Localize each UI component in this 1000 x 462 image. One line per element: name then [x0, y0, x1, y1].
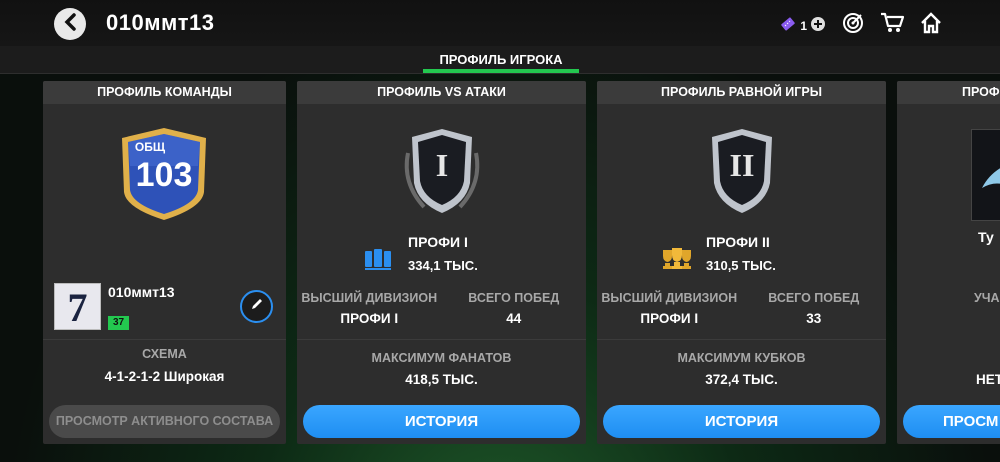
partial-name: Ту [978, 229, 994, 245]
vs-attack-profile-card: ПРОФИЛЬ VS АТАКИ I ПРОФИ I 334,1 ТЫС. ВЫ… [297, 81, 586, 444]
view-active-squad-button[interactable]: ПРОСМОТР АКТИВНОГО СОСТАВА [49, 405, 280, 438]
card-heading: ПРОФИЛЬ VS АТАКИ [297, 81, 586, 104]
divider [297, 339, 586, 340]
division-numeral: II [729, 147, 755, 183]
pencil-icon [250, 297, 264, 316]
target-icon[interactable] [842, 12, 864, 39]
total-wins-label: ВСЕГО ПОБЕД [468, 291, 560, 305]
total-wins-value: 44 [506, 311, 522, 326]
edit-button[interactable] [240, 290, 273, 323]
best-division-value: ПРОФИ I [640, 311, 699, 326]
top-icons: 1 [779, 12, 942, 39]
best-division-value: ПРОФИ I [340, 311, 399, 326]
current-division-name: ПРОФИ I [408, 234, 468, 250]
divider [43, 339, 286, 340]
chevron-left-icon [63, 12, 77, 36]
max-trophies-value: 372,4 ТЫС. [705, 372, 778, 387]
card-heading: ПРОФИЛЬ РАВНОЙ ИГРЫ [597, 81, 886, 104]
badge-label: ОБЩ [134, 140, 166, 154]
h2h-profile-card: ПРОФИЛЬ РАВНОЙ ИГРЫ II ПРОФИ II 310,5 ТЫ… [597, 81, 886, 444]
formation-label: СХЕМА [142, 347, 187, 361]
division-numeral: I [435, 147, 449, 183]
kit-number: 7 [67, 285, 88, 330]
tab-active-indicator [423, 69, 579, 73]
max-fans-label: МАКСИМУМ ФАНАТОВ [371, 351, 512, 365]
division-emblem: I [394, 123, 490, 219]
wing-icon [980, 162, 1000, 197]
card-heading: ПРОФ [897, 81, 1000, 104]
divider [597, 339, 886, 340]
top-bar: 010ммт13 1 [0, 0, 1000, 46]
division-emblem: II [694, 123, 790, 219]
tab-player-profile[interactable]: ПРОФИЛЬ ИГРОКА [423, 52, 579, 67]
max-fans-value: 418,5 ТЫС. [405, 372, 478, 387]
ticket-icon [779, 15, 797, 36]
page-title: 010ммт13 [106, 10, 215, 35]
trophies-icon [660, 248, 694, 275]
club-level-badge: 37 [108, 316, 129, 330]
overall-rating-badge: ОБЩ 103 [118, 126, 210, 222]
best-division-label: ВЫСШИЙ ДИВИЗИОН [301, 291, 438, 305]
home-icon[interactable] [920, 12, 942, 39]
fans-icon [364, 247, 392, 276]
ticket-counter[interactable]: 1 [779, 15, 826, 36]
partial-value: НЕТ [976, 372, 1000, 387]
cart-icon[interactable] [880, 12, 905, 39]
tournament-emblem [971, 129, 1000, 221]
back-button[interactable] [54, 8, 86, 40]
card-heading: ПРОФИЛЬ КОМАНДЫ [43, 81, 286, 104]
best-division-label: ВЫСШИЙ ДИВИЗИОН [601, 291, 738, 305]
max-trophies-label: МАКСИМУМ КУБКОВ [677, 351, 806, 365]
badge-value: 103 [135, 156, 193, 194]
history-button[interactable]: ИСТОРИЯ [303, 405, 580, 438]
partial-profile-card: ПРОФ Ту УЧА НЕТ ПРОСМ [897, 81, 1000, 444]
total-wins-label: ВСЕГО ПОБЕД [768, 291, 860, 305]
team-profile-card: ПРОФИЛЬ КОМАНДЫ ОБЩ 103 7 010ммт13 37 СХ… [43, 81, 286, 444]
partial-button[interactable]: ПРОСМ [903, 405, 1000, 438]
kit-number-tile: 7 [54, 283, 101, 330]
ticket-count: 1 [800, 18, 807, 33]
formation-value: 4-1-2-1-2 Широкая [104, 369, 225, 384]
partial-label: УЧА [974, 291, 1000, 305]
current-division-points: 310,5 ТЫС. [706, 258, 776, 273]
club-name: 010ммт13 [108, 284, 175, 300]
total-wins-value: 33 [806, 311, 822, 326]
plus-icon[interactable] [810, 16, 826, 35]
current-division-name: ПРОФИ II [706, 234, 770, 250]
current-division-points: 334,1 ТЫС. [408, 258, 478, 273]
history-button[interactable]: ИСТОРИЯ [603, 405, 880, 438]
